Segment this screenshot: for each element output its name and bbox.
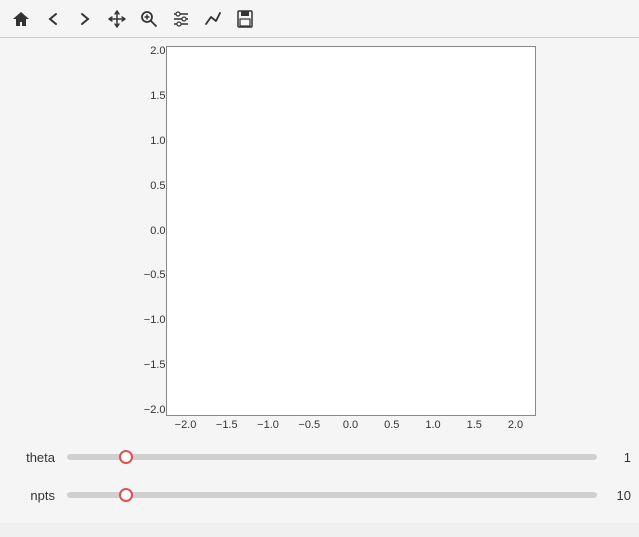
back-icon[interactable] xyxy=(40,6,66,32)
plot-svg[interactable] xyxy=(166,46,536,416)
x-label-1.5: 1.5 xyxy=(454,419,494,431)
y-label-neg0.5: −0.5 xyxy=(144,270,166,281)
x-label-neg0.5: −0.5 xyxy=(289,419,329,431)
x-label-neg2: −2.0 xyxy=(166,419,206,431)
x-label-1: 1.0 xyxy=(413,419,453,431)
y-label-neg1.5: −1.5 xyxy=(144,360,166,371)
y-label-1.5: 1.5 xyxy=(150,91,165,102)
y-label-neg1: −1.0 xyxy=(144,315,166,326)
x-label-neg1: −1.0 xyxy=(248,419,288,431)
y-label-0.5: 0.5 xyxy=(150,181,165,192)
home-icon[interactable] xyxy=(8,6,34,32)
x-label-0.5: 0.5 xyxy=(372,419,412,431)
x-label-0: 0.0 xyxy=(331,419,371,431)
x-axis: −2.0 −1.5 −1.0 −0.5 0.0 0.5 1.0 1.5 2.0 xyxy=(166,419,536,431)
y-label-2: 2.0 xyxy=(150,46,165,57)
x-label-neg1.5: −1.5 xyxy=(207,419,247,431)
y-label-0: 0.0 xyxy=(150,226,165,237)
npts-value: 10 xyxy=(601,488,631,503)
y-axis: 2.0 1.5 1.0 0.5 0.0 −0.5 −1.0 −1.5 −2.0 xyxy=(124,46,166,416)
theta-slider[interactable] xyxy=(67,454,597,460)
toolbar xyxy=(0,0,639,38)
forward-icon[interactable] xyxy=(72,6,98,32)
save-icon[interactable] xyxy=(232,6,258,32)
line-icon[interactable] xyxy=(200,6,226,32)
theta-row: theta 1 xyxy=(8,441,631,473)
plot-container: 2.0 1.5 1.0 0.5 0.0 −0.5 −1.0 −1.5 −2.0 … xyxy=(0,38,639,435)
npts-label: npts xyxy=(8,488,63,503)
zoom-icon[interactable] xyxy=(136,6,162,32)
npts-row: npts 10 xyxy=(8,479,631,511)
x-label-2: 2.0 xyxy=(496,419,536,431)
npts-slider[interactable] xyxy=(67,492,597,498)
controls: theta 1 npts 10 xyxy=(0,435,639,523)
y-label-neg2: −2.0 xyxy=(144,405,166,416)
settings-icon[interactable] xyxy=(168,6,194,32)
chart-area: 2.0 1.5 1.0 0.5 0.0 −0.5 −1.0 −1.5 −2.0 … xyxy=(124,46,536,431)
pan-icon[interactable] xyxy=(104,6,130,32)
theta-value: 1 xyxy=(601,450,631,465)
y-label-1: 1.0 xyxy=(150,136,165,147)
theta-label: theta xyxy=(8,450,63,465)
